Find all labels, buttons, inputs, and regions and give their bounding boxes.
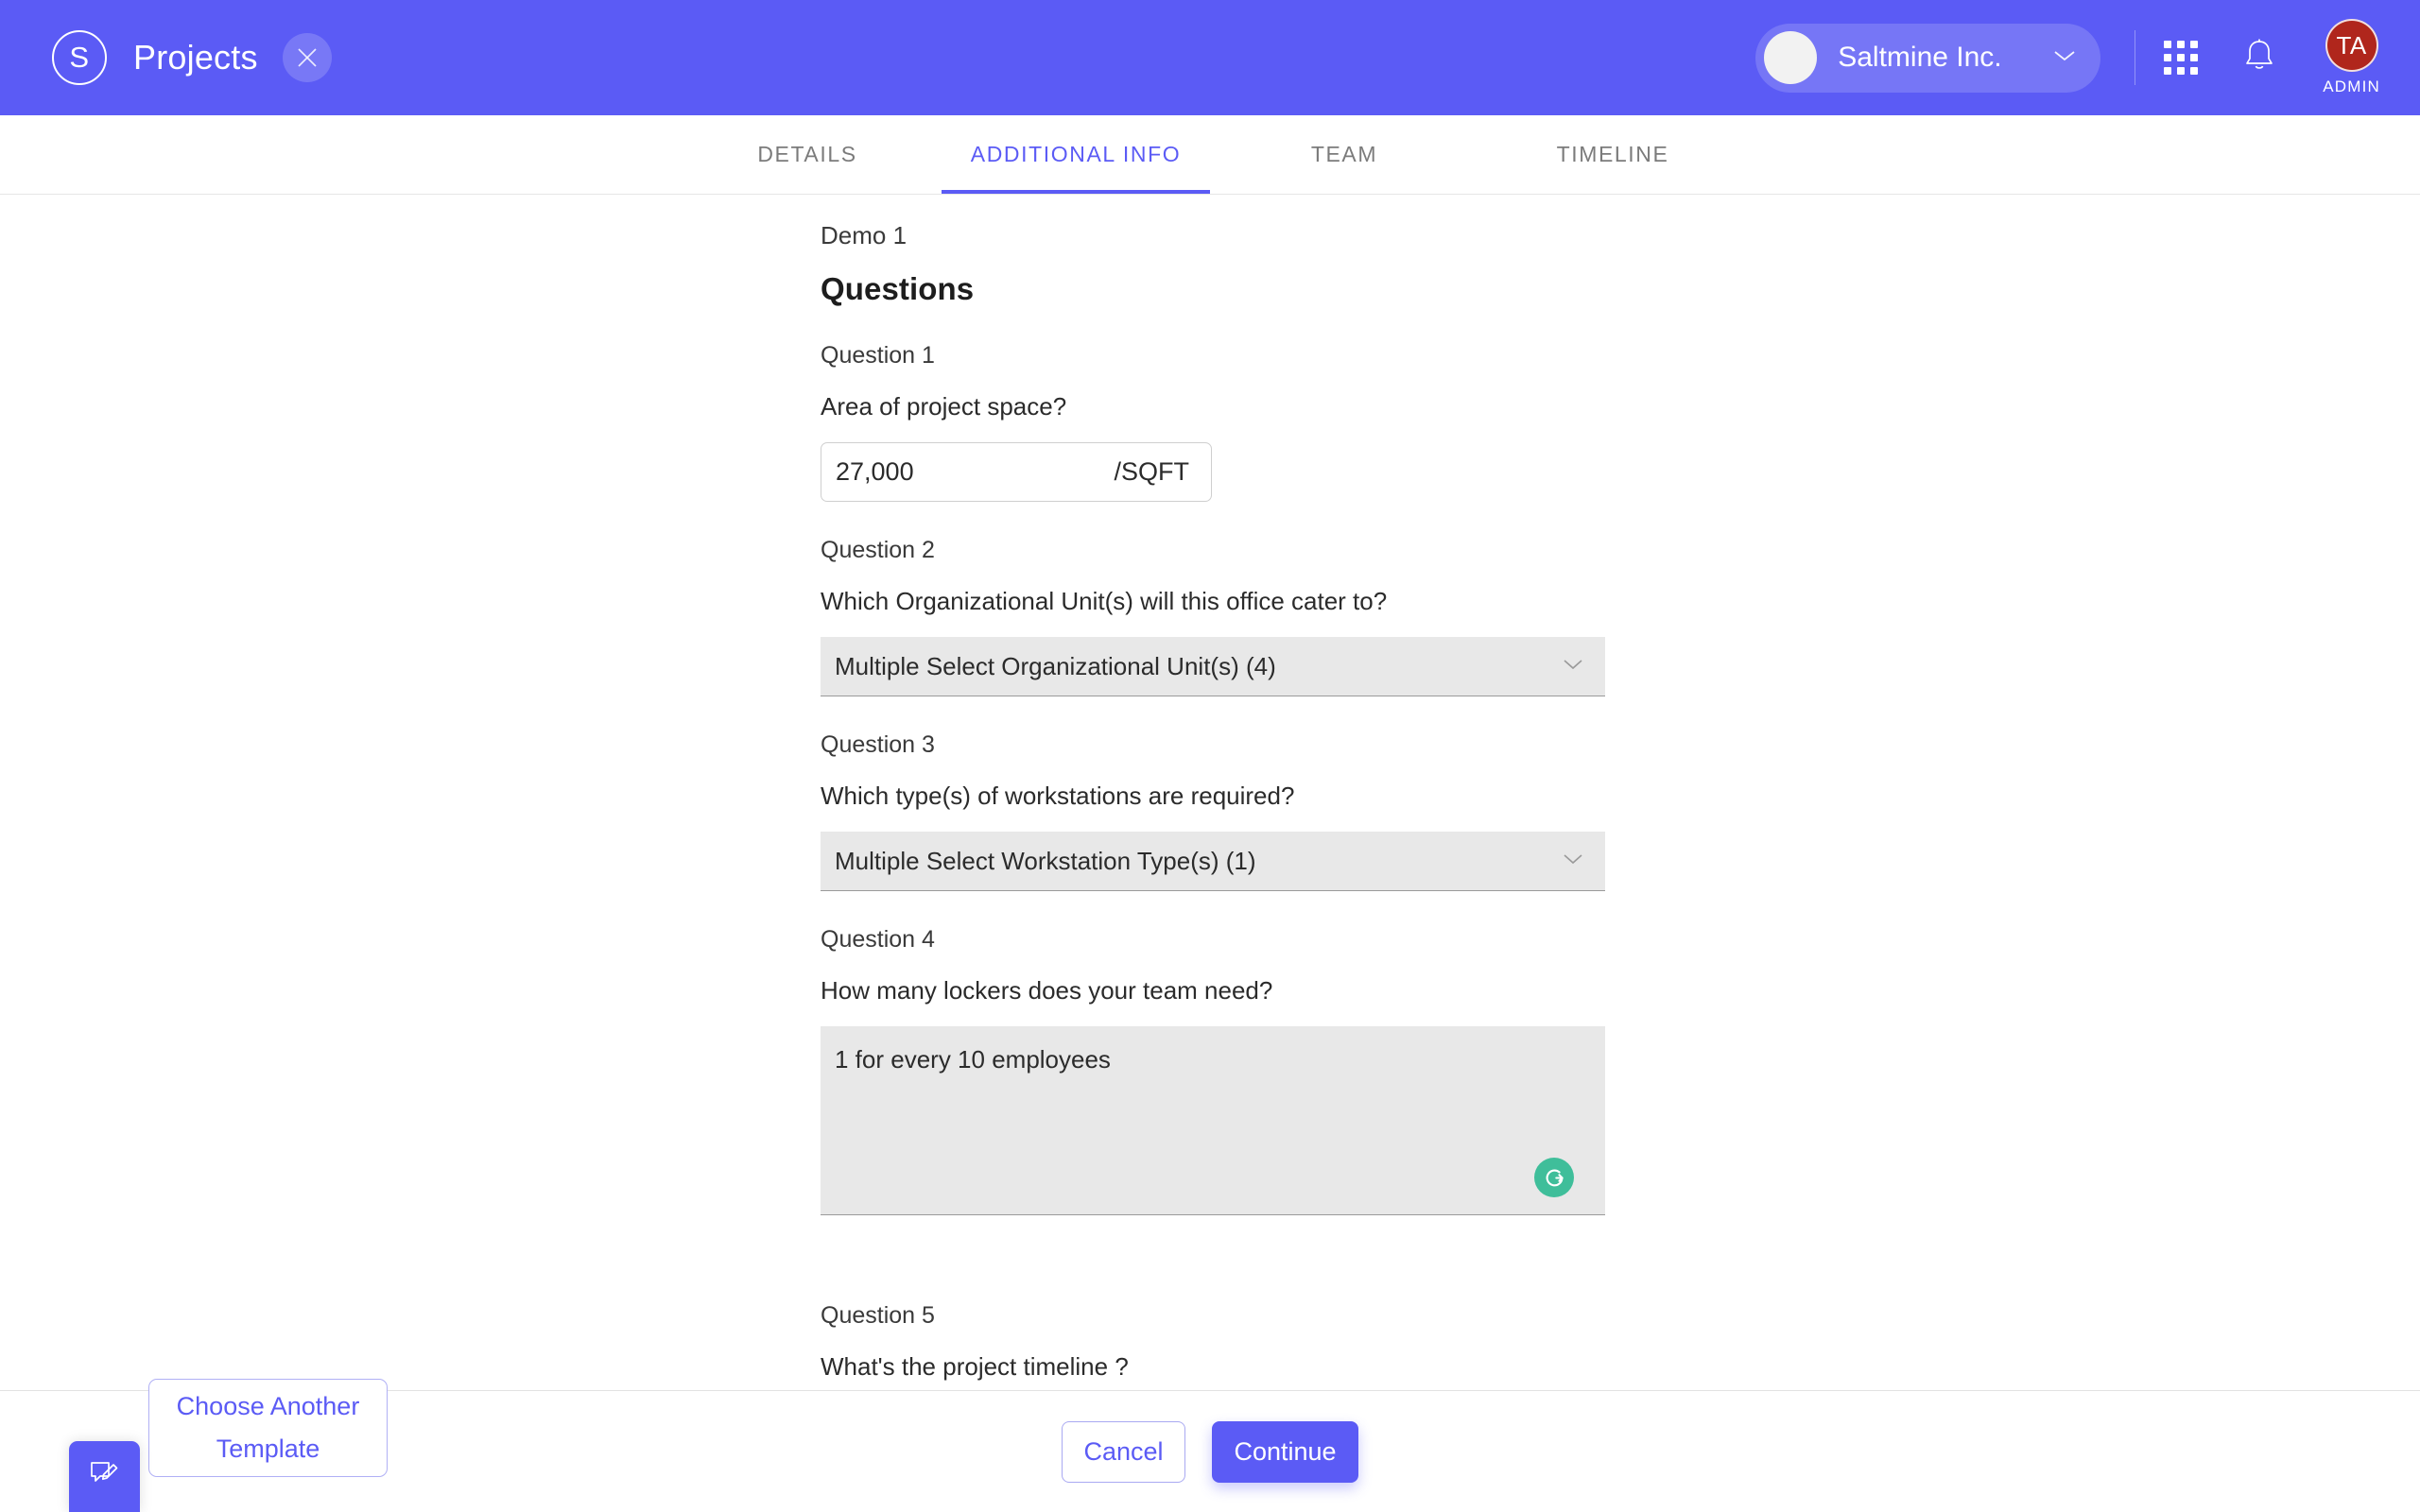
- apps-grid-icon[interactable]: [2164, 41, 2199, 75]
- tab-additional-info[interactable]: ADDITIONAL INFO: [942, 115, 1210, 194]
- section-title: Questions: [821, 271, 975, 306]
- page-title: Projects: [133, 38, 258, 77]
- header-left-group: S Projects: [0, 30, 332, 85]
- question-1-text: Area of project space?: [821, 392, 1067, 421]
- close-button[interactable]: [282, 33, 332, 82]
- question-4: Question 4 How many lockers does your te…: [821, 926, 1605, 1215]
- user-role-label: ADMIN: [2323, 77, 2380, 95]
- question-4-text: How many lockers does your team need?: [821, 976, 1273, 1005]
- tab-timeline[interactable]: TIMELINE: [1478, 115, 1747, 194]
- question-2: Question 2 Which Organizational Unit(s) …: [821, 537, 1605, 696]
- app-header: S Projects Saltmine Inc. TA ADMIN: [0, 0, 2420, 115]
- question-3-label: Question 3: [821, 731, 935, 758]
- continue-button[interactable]: Continue: [1212, 1420, 1358, 1483]
- feedback-button[interactable]: [69, 1441, 140, 1512]
- tab-details[interactable]: DETAILS: [673, 115, 942, 194]
- question-5-text: What's the project timeline ?: [821, 1352, 1129, 1381]
- app-logo[interactable]: S: [52, 30, 107, 85]
- question-1-label: Question 1: [821, 342, 935, 369]
- question-4-label: Question 4: [821, 926, 935, 953]
- choose-another-template-button[interactable]: Choose Another Template: [148, 1379, 388, 1477]
- bell-icon: [2243, 38, 2275, 78]
- workstation-types-select-value: Multiple Select Workstation Type(s) (1): [835, 846, 1256, 875]
- workstation-types-select[interactable]: Multiple Select Workstation Type(s) (1): [821, 832, 1605, 891]
- questions-form: Demo 1 Questions Question 1 Area of proj…: [821, 196, 1605, 1390]
- area-input[interactable]: 27,000 /SQFT: [821, 442, 1212, 502]
- choose-template-line1: Choose Another: [176, 1392, 360, 1420]
- question-3-text: Which type(s) of workstations are requir…: [821, 782, 1295, 810]
- user-menu[interactable]: TA ADMIN: [2323, 19, 2380, 96]
- question-3: Question 3 Which type(s) of workstations…: [821, 731, 1605, 891]
- question-2-text: Which Organizational Unit(s) will this o…: [821, 587, 1388, 615]
- org-name: Saltmine Inc.: [1838, 42, 2002, 73]
- lockers-textarea[interactable]: 1 for every 10 employees: [821, 1026, 1605, 1215]
- avatar: TA: [2325, 19, 2378, 72]
- close-icon: [295, 45, 320, 70]
- notifications-button[interactable]: [2243, 38, 2275, 78]
- tab-bar: DETAILS ADDITIONAL INFO TEAM TIMELINE: [0, 115, 2420, 195]
- questions-scroll-area[interactable]: Demo 1 Questions Question 1 Area of proj…: [0, 196, 2420, 1390]
- org-avatar: [1764, 31, 1818, 84]
- cancel-button[interactable]: Cancel: [1062, 1420, 1185, 1483]
- header-right-group: Saltmine Inc. TA ADMIN: [1755, 19, 2420, 96]
- project-name: Demo 1: [821, 221, 908, 249]
- choose-template-line2: Template: [216, 1435, 320, 1463]
- area-input-unit: /SQFT: [1114, 457, 1190, 486]
- tab-team[interactable]: TEAM: [1210, 115, 1478, 194]
- grammarly-icon[interactable]: [1534, 1158, 1574, 1197]
- lockers-textarea-value: 1 for every 10 employees: [835, 1045, 1111, 1074]
- question-2-label: Question 2: [821, 537, 935, 563]
- organizational-units-select[interactable]: Multiple Select Organizational Unit(s) (…: [821, 637, 1605, 696]
- org-switcher[interactable]: Saltmine Inc.: [1755, 23, 2101, 93]
- chevron-down-icon: [1562, 658, 1584, 676]
- org-switcher-label-group: Saltmine Inc.: [1764, 31, 2002, 84]
- question-5: Question 5 What's the project timeline ?: [821, 1302, 1605, 1390]
- chevron-down-icon: [1562, 852, 1584, 870]
- chevron-down-icon: [2053, 49, 2076, 67]
- question-1: Question 1 Area of project space? 27,000…: [821, 342, 1605, 502]
- area-input-value: 27,000: [836, 457, 914, 486]
- organizational-units-select-value: Multiple Select Organizational Unit(s) (…: [835, 651, 1276, 680]
- feedback-edit-icon: [88, 1458, 122, 1495]
- question-5-label: Question 5: [821, 1302, 935, 1329]
